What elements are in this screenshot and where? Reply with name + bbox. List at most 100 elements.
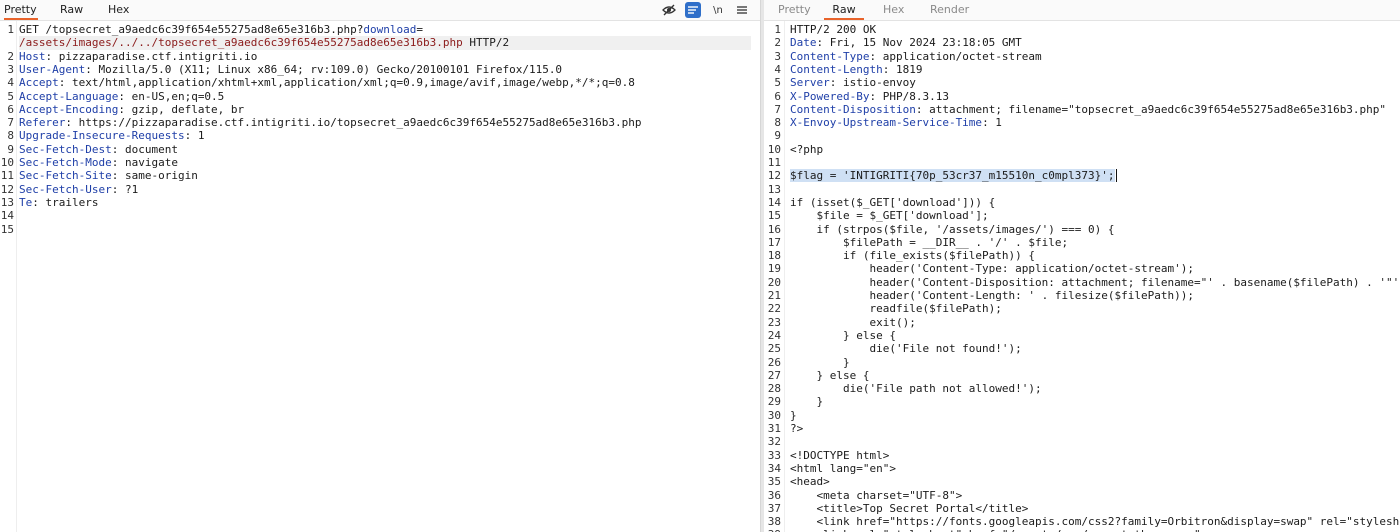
text-segment: } bbox=[790, 355, 850, 369]
response-editor[interactable]: 1 HTTP/2 200 OK 2 Date: Fri, 15 Nov 2024 23… bbox=[764, 21, 1400, 532]
code-line: 1 GET /topsecret_a9aedc6c39f654e55275ad8e… bbox=[0, 23, 760, 36]
code-line: 27 } else { bbox=[764, 369, 1400, 382]
line-number: 12 bbox=[767, 169, 781, 183]
text-segment: } else { bbox=[790, 328, 896, 342]
menu-hamburger-icon[interactable] bbox=[734, 2, 750, 18]
line-number: 9 bbox=[774, 129, 781, 143]
text-segment: : 1819 bbox=[882, 62, 923, 76]
text-segment: } else { bbox=[790, 368, 870, 382]
line-text: Sec-Fetch-Site: same-origin bbox=[19, 169, 198, 182]
text-segment: if (isset($_GET['download'])) { bbox=[790, 195, 996, 209]
code-line: 10 <?php bbox=[764, 143, 1400, 156]
text-segment: header('Content-Type: application/octet-… bbox=[790, 262, 1194, 276]
line-number: 9 bbox=[7, 142, 14, 156]
text-segment: : Mozilla/5.0 (X11; Linux x86_64; rv:109… bbox=[85, 62, 563, 76]
line-text: $flag = 'INTIGRITI{70p_53cr37_m15510n_c0… bbox=[790, 169, 1117, 183]
code-line: 18 if (file_exists($filePath)) { bbox=[764, 249, 1400, 262]
text-segment: $filePath = __DIR__ . '/' . $file; bbox=[790, 235, 1069, 249]
response-tab-bar: Pretty Raw Hex Render bbox=[764, 0, 1400, 21]
text-segment: : pizzaparadise.ctf.intigriti.io bbox=[45, 49, 258, 63]
line-number: 7 bbox=[7, 116, 14, 130]
line-number: 1 bbox=[774, 23, 781, 36]
line-text: } else { bbox=[790, 369, 869, 382]
code-line: 5 Server: istio-envoy bbox=[764, 76, 1400, 89]
line-text: <meta charset="UTF-8"> bbox=[790, 489, 962, 502]
request-tab-pretty[interactable]: Pretty bbox=[4, 0, 38, 20]
line-number: 3 bbox=[7, 62, 14, 76]
text-segment: HTTP/2 bbox=[462, 36, 510, 50]
line-text: } bbox=[790, 409, 797, 422]
line-number: 32 bbox=[767, 435, 781, 449]
line-number: 14 bbox=[0, 209, 14, 223]
line-number: 6 bbox=[774, 89, 781, 103]
line-number: 5 bbox=[7, 89, 14, 103]
line-number: 21 bbox=[767, 289, 781, 302]
code-line: 26 } bbox=[764, 356, 1400, 369]
request-editor[interactable]: 1 GET /topsecret_a9aedc6c39f654e55275ad8e… bbox=[0, 21, 760, 532]
code-line: 7 Referer: https://pizzaparadise.ctf.inti… bbox=[0, 116, 760, 129]
line-number: 39 bbox=[764, 528, 781, 532]
line-text: $file = $_GET['download']; bbox=[790, 209, 988, 222]
code-line: 4 Accept: text/html,application/xhtml+xml… bbox=[0, 76, 760, 89]
response-tab-render[interactable]: Render bbox=[930, 0, 969, 20]
text-segment: : 1 bbox=[982, 116, 1002, 130]
code-line: 9 Sec-Fetch-Dest: document bbox=[0, 143, 760, 156]
hide-nonprintable-eye-icon[interactable] bbox=[661, 2, 677, 18]
code-line: 8 X-Envoy-Upstream-Service-Time: 1 bbox=[764, 116, 1400, 129]
response-tab-pretty[interactable]: Pretty bbox=[778, 0, 811, 20]
code-line: /assets/images/../../topsecret_a9aedc6c3… bbox=[0, 36, 760, 49]
line-text: Content-Length: 1819 bbox=[790, 63, 922, 76]
header-name: Sec-Fetch-Mode bbox=[19, 156, 112, 169]
text-segment: } bbox=[790, 408, 797, 422]
line-number: 19 bbox=[767, 262, 781, 276]
response-tab-hex[interactable]: Hex bbox=[883, 0, 904, 20]
line-text: Date: Fri, 15 Nov 2024 23:18:05 GMT bbox=[790, 36, 1022, 49]
text-segment: : document bbox=[111, 142, 178, 156]
line-number: 17 bbox=[767, 235, 781, 249]
line-text: X-Envoy-Upstream-Service-Time: 1 bbox=[790, 116, 1002, 129]
code-line: 11 Sec-Fetch-Site: same-origin bbox=[0, 169, 760, 182]
header-name: Referer bbox=[19, 116, 66, 130]
line-text: } bbox=[790, 356, 850, 369]
line-text: <head> bbox=[790, 475, 830, 488]
line-number: 10 bbox=[0, 156, 14, 169]
line-text: User-Agent: Mozilla/5.0 (X11; Linux x86_… bbox=[19, 63, 562, 76]
code-line: 12 $flag = 'INTIGRITI{70p_53cr37_m15510n_… bbox=[764, 169, 1400, 183]
text-segment: : PHP/8.3.13 bbox=[869, 89, 949, 103]
code-line: 2 Host: pizzaparadise.ctf.intigriti.io bbox=[0, 50, 760, 63]
request-tab-hex[interactable]: Hex bbox=[108, 0, 129, 20]
code-line: 6 X-Powered-By: PHP/8.3.13 bbox=[764, 90, 1400, 103]
header-name: X-Powered-By bbox=[790, 89, 870, 103]
code-line: 21 header('Content-Length: ' . filesize(… bbox=[764, 289, 1400, 302]
code-line: 3 Content-Type: application/octet-stream bbox=[764, 50, 1400, 63]
text-segment: : istio-envoy bbox=[829, 76, 916, 90]
line-number: 31 bbox=[767, 422, 781, 435]
header-name: Host bbox=[19, 49, 46, 63]
line-text: <title>Top Secret Portal</title> bbox=[790, 502, 1028, 515]
line-text: Accept-Language: en-US,en;q=0.5 bbox=[19, 90, 224, 103]
text-segment: } bbox=[790, 395, 824, 409]
line-text: <link rel="stylesheet" href="/assets/css… bbox=[790, 528, 1207, 532]
text-segment: : trailers bbox=[32, 195, 99, 209]
line-number: 4 bbox=[774, 62, 781, 76]
line-number: 11 bbox=[767, 156, 781, 169]
text-segment: <head> bbox=[790, 475, 830, 489]
text-segment: : en-US,en;q=0.5 bbox=[118, 89, 225, 103]
line-text: exit(); bbox=[790, 316, 915, 329]
newline-toggle-icon[interactable]: \n bbox=[710, 2, 726, 18]
code-line: 15 $file = $_GET['download']; bbox=[764, 209, 1400, 222]
text-segment: GET /topsecret_a9aedc6c39f654e55275ad8e6… bbox=[19, 23, 364, 36]
line-text: Accept: text/html,application/xhtml+xml,… bbox=[19, 76, 635, 89]
header-name: Content-Disposition bbox=[790, 102, 916, 116]
pretty-print-toggle-icon[interactable] bbox=[685, 2, 701, 18]
line-number: 33 bbox=[767, 448, 781, 462]
code-line: 23 exit(); bbox=[764, 316, 1400, 329]
line-text: die('File not found!'); bbox=[790, 342, 1021, 355]
code-line: 33 <!DOCTYPE html> bbox=[764, 449, 1400, 462]
text-caret bbox=[1115, 169, 1117, 183]
request-tab-raw[interactable]: Raw bbox=[60, 0, 83, 20]
line-text: } bbox=[790, 395, 823, 408]
line-text: } else { bbox=[790, 329, 896, 342]
response-tab-raw[interactable]: Raw bbox=[824, 0, 864, 20]
text-segment: : 1 bbox=[184, 129, 205, 143]
